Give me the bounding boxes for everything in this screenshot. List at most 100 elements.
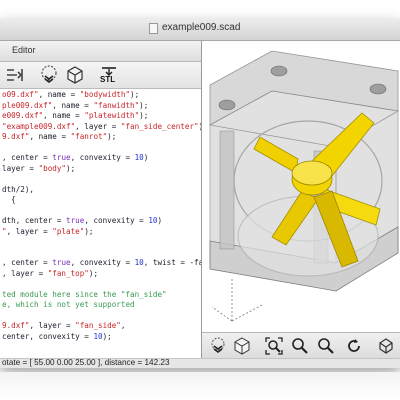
code-line[interactable]: "example009.dxf", layer = "fan_side_cent… [0, 122, 201, 133]
code-token: ); [139, 100, 149, 110]
code-token: ); [107, 132, 117, 141]
code-token: e, which is not yet supported [2, 300, 135, 309]
code-token: 10 [93, 331, 103, 341]
code-line[interactable]: , layer = "fan_top"); [0, 269, 201, 280]
render-icon[interactable] [232, 336, 252, 356]
code-token: dth, center = [2, 216, 67, 225]
perspective-icon[interactable] [376, 336, 396, 356]
openscad-window: example009.scad Editor STL o09.dxf", nam… [0, 18, 400, 368]
code-token: , convexity = [70, 153, 135, 162]
code-token: , convexity = [84, 216, 149, 225]
document-icon [149, 23, 158, 34]
editor-header: Editor [0, 41, 201, 62]
code-token: "fanrot" [70, 132, 108, 141]
indent-icon[interactable] [4, 64, 26, 86]
code-line[interactable]: layer = "body"); [0, 164, 201, 175]
render-preview-icon[interactable] [38, 64, 60, 86]
code-line[interactable] [0, 279, 201, 290]
code-token: "bodywidth" [79, 90, 131, 99]
code-line[interactable]: 9.dxf", name = "fanrot"); [0, 132, 201, 143]
code-line[interactable] [0, 237, 201, 248]
code-line[interactable]: , center = true, convexity = 10) [0, 153, 201, 164]
code-token: ple009.dxf" [2, 100, 53, 110]
editor-title: Editor [12, 45, 36, 55]
code-line[interactable] [0, 311, 201, 322]
code-token: true [52, 153, 71, 162]
code-token: ); [66, 163, 76, 173]
code-line[interactable] [0, 174, 201, 185]
code-token: , layer = [2, 268, 48, 278]
code-token: ); [130, 90, 140, 99]
code-token: , name = [43, 111, 85, 120]
window-title: example009.scad [162, 22, 241, 33]
code-token: o09.dxf" [2, 90, 39, 99]
zoom-in-icon[interactable] [290, 336, 310, 356]
code-token: , name = [38, 90, 80, 99]
code-token: layer = [2, 163, 39, 173]
code-token: ); [102, 331, 112, 341]
code-token: , name = [52, 100, 94, 110]
code-token: 9.dxf" [2, 321, 30, 330]
code-line[interactable]: center, convexity = 10); [0, 332, 201, 343]
code-token: "platewidth" [84, 111, 140, 120]
reset-view-icon[interactable] [344, 336, 364, 356]
code-line[interactable]: ple009.dxf", name = "fanwidth"); [0, 101, 201, 112]
code-line[interactable]: o09.dxf", name = "bodywidth"); [0, 90, 201, 101]
code-line[interactable]: dth, center = true, convexity = 10) [0, 216, 201, 227]
code-token: 9.dxf" [2, 132, 30, 141]
code-line[interactable]: , center = true, convexity = 10, twist =… [0, 258, 201, 269]
stl-label: STL [100, 75, 116, 84]
code-line[interactable]: e, which is not yet supported [0, 300, 201, 311]
code-token: , name = [29, 132, 71, 141]
code-token: "fan_side" [75, 321, 121, 330]
fan-model-render [209, 50, 399, 322]
code-token: "fanwidth" [93, 100, 140, 110]
preview-icon[interactable] [208, 336, 228, 356]
code-token: ) [143, 153, 149, 162]
code-token: ); [139, 111, 149, 120]
code-token: , center = [2, 153, 53, 162]
3d-viewer[interactable] [202, 41, 400, 332]
code-token: center, convexity = [2, 331, 94, 341]
code-token: "plate" [52, 226, 85, 236]
status-text: otate = [ 55.00 0.00 25.00 ], distance =… [2, 358, 170, 367]
window-reflection [0, 372, 400, 400]
code-token: , [120, 321, 126, 330]
code-line[interactable]: 9.dxf", layer = "fan_side", [0, 321, 201, 332]
status-bar: otate = [ 55.00 0.00 25.00 ], distance =… [0, 358, 400, 368]
code-line[interactable] [0, 206, 201, 217]
editor-toolbar: STL [0, 62, 201, 89]
code-token: , layer = [75, 121, 121, 131]
code-token: ); [84, 226, 94, 236]
export-stl-icon[interactable]: STL [98, 64, 120, 86]
code-token: ) [199, 122, 201, 131]
code-token: "fan_side_center" [120, 121, 199, 131]
title-bar: example009.scad [0, 18, 400, 41]
code-token: "fan_top" [47, 268, 89, 278]
code-line[interactable]: { [0, 195, 201, 206]
code-editor[interactable]: o09.dxf", name = "bodywidth"); ple009.dxf… [0, 90, 201, 358]
code-token: ) [157, 216, 163, 225]
code-token: "example009.dxf" [2, 121, 76, 131]
code-token: e009.dxf" [2, 111, 44, 120]
code-token: , twist = -fanrot) [143, 258, 201, 267]
render-cgal-icon[interactable] [64, 64, 86, 86]
editor-panel: Editor STL o09.dxf", name = "bodywidth")… [0, 41, 202, 358]
zoom-out-icon[interactable] [316, 336, 336, 356]
code-token: dth/2), [2, 184, 35, 194]
code-token: 10 [134, 153, 144, 162]
view-all-icon[interactable] [264, 336, 284, 356]
code-token: , layer = [29, 321, 76, 330]
code-line[interactable]: e009.dxf", name = "platewidth"); [0, 111, 201, 122]
code-line[interactable]: ted module here since the "fan_side" [0, 290, 201, 301]
code-line[interactable] [0, 143, 201, 154]
code-token: , center = [2, 258, 53, 267]
code-token: , convexity = [70, 258, 135, 267]
code-token: { [2, 195, 16, 204]
code-line[interactable]: ", layer = "plate"); [0, 227, 201, 238]
code-line[interactable]: dth/2), [0, 185, 201, 196]
viewer-toolbar [202, 332, 400, 359]
code-line[interactable] [0, 248, 201, 259]
code-token: ted module here since the "fan_side" [2, 289, 167, 299]
code-token: , layer = [6, 226, 53, 236]
